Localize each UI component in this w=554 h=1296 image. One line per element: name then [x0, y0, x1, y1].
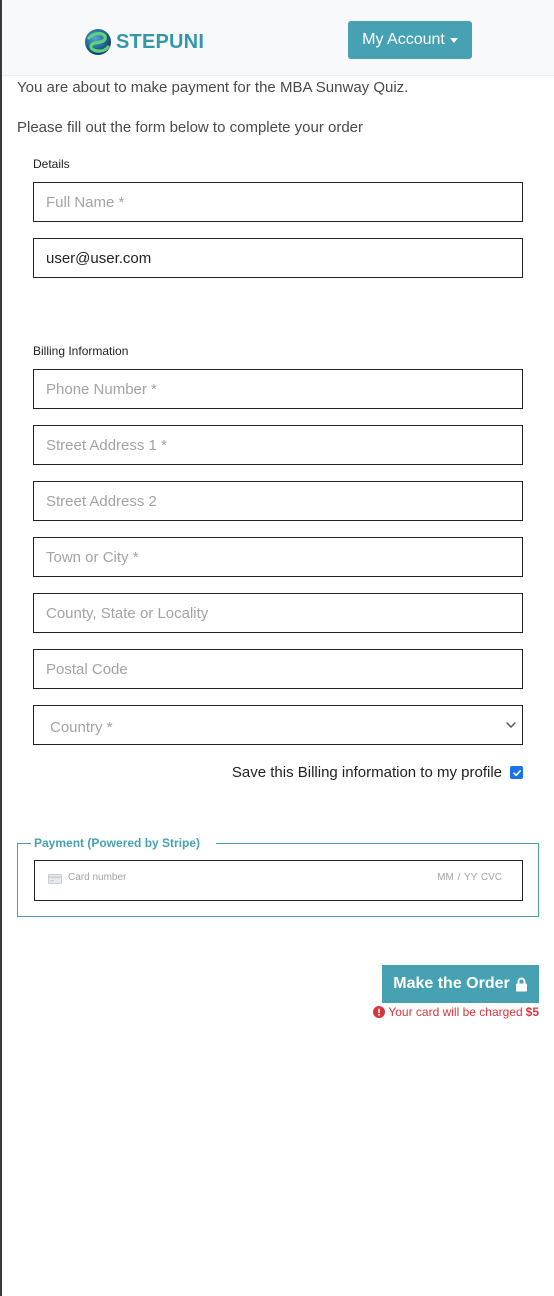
credit-card-icon [48, 874, 62, 884]
expiry-cvc-placeholder: MM / YY CVC [437, 872, 502, 883]
make-order-button[interactable]: Make the Order [382, 965, 539, 1003]
charge-note-text: Your card will be charged [388, 1005, 523, 1019]
brand-name: STEPUNI [116, 30, 205, 53]
country-select[interactable]: Country * [33, 705, 523, 745]
caret-down-icon [449, 38, 458, 43]
brand-logo[interactable]: STEPUNI [83, 27, 204, 57]
country-select-value: Country * [50, 719, 113, 736]
my-account-button[interactable]: My Account [348, 21, 472, 59]
instructions-text: Please fill out the form below to comple… [17, 119, 364, 136]
save-billing-row: Save this Billing information to my prof… [232, 764, 523, 781]
full-name-input[interactable] [33, 182, 523, 222]
billing-section-label: Billing Information [33, 344, 129, 358]
my-account-label: My Account [362, 31, 445, 48]
save-billing-label: Save this Billing information to my prof… [231, 764, 502, 781]
details-section-label: Details [33, 157, 70, 171]
payment-fieldset: Payment (Powered by Stripe) Card number … [17, 836, 539, 917]
exclamation-circle-icon [373, 1006, 386, 1018]
globe-logo-icon [85, 29, 111, 55]
card-number-field[interactable]: Card number MM / YY CVC [34, 860, 523, 901]
county-state-input[interactable] [33, 593, 523, 633]
save-billing-checkbox[interactable] [510, 766, 523, 779]
lock-icon [515, 977, 527, 991]
make-order-label: Make the Order [393, 975, 510, 992]
charge-notice: Your card will be charged $5 [373, 1005, 539, 1019]
card-number-placeholder: Card number [68, 872, 127, 883]
postal-code-input[interactable] [33, 649, 523, 689]
street-address-1-input[interactable] [33, 425, 523, 465]
chevron-down-icon [506, 722, 516, 728]
email-input[interactable] [33, 238, 523, 278]
street-address-2-input[interactable] [33, 481, 523, 521]
checkmark-icon [512, 769, 521, 776]
charge-amount: $5 [525, 1005, 539, 1019]
town-city-input[interactable] [33, 537, 523, 577]
phone-number-input[interactable] [33, 369, 523, 409]
window-edge [0, 0, 2, 1296]
intro-text: You are about to make payment for the MB… [17, 79, 409, 96]
payment-legend: Payment (Powered by Stripe) [31, 836, 217, 850]
navbar: STEPUNI My Account [2, 0, 554, 76]
